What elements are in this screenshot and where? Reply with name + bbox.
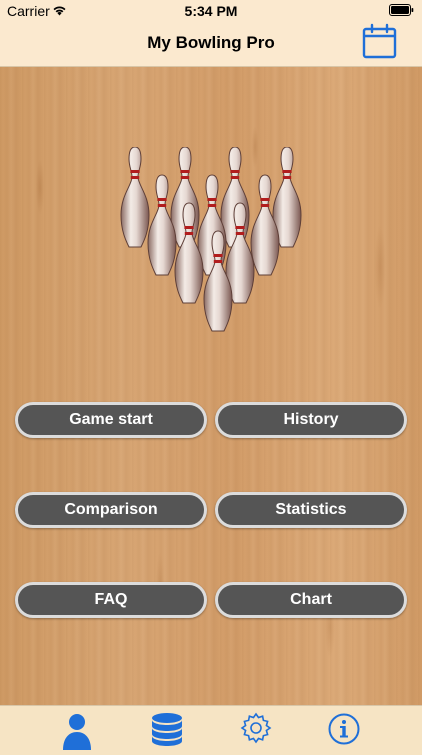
- person-icon: [63, 714, 91, 750]
- calendar-button[interactable]: [360, 22, 400, 62]
- battery-icon: [389, 4, 414, 16]
- tab-settings[interactable]: [239, 712, 273, 746]
- comparison-button[interactable]: Comparison: [15, 492, 207, 528]
- page-title: My Bowling Pro: [147, 33, 275, 52]
- calendar-icon: [362, 23, 397, 59]
- status-time: 5:34 PM: [184, 3, 238, 19]
- history-button[interactable]: History: [215, 402, 407, 438]
- gear-icon: [240, 712, 272, 744]
- statistics-button[interactable]: Statistics: [215, 492, 407, 528]
- tab-info[interactable]: [327, 712, 361, 746]
- status-bar: Carrier 5:34 PM: [0, 0, 422, 22]
- tab-profile[interactable]: [60, 712, 94, 750]
- faq-button[interactable]: FAQ: [15, 582, 207, 618]
- database-icon: [152, 713, 182, 746]
- info-icon: [328, 713, 360, 745]
- bowling-pins-image: [120, 147, 302, 332]
- chart-button[interactable]: Chart: [215, 582, 407, 618]
- tab-bar: [0, 705, 422, 751]
- game-start-button[interactable]: Game start: [15, 402, 207, 438]
- tab-data[interactable]: [150, 712, 184, 746]
- navigation-bar: My Bowling Pro: [0, 22, 422, 67]
